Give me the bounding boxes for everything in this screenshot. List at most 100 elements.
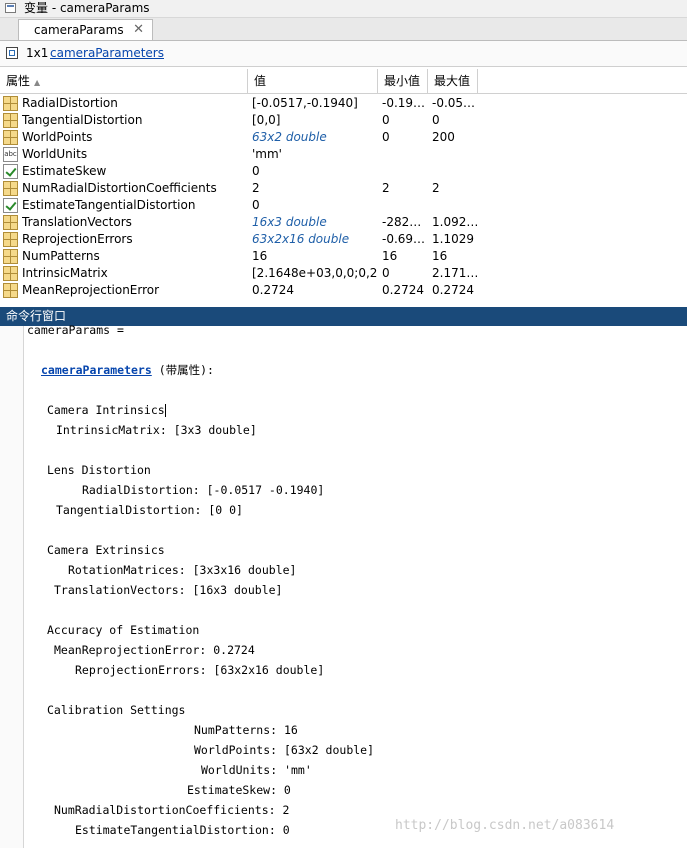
grid-icon <box>3 283 18 298</box>
column-header-value[interactable]: 值 <box>248 69 378 93</box>
grid-icon <box>3 266 18 281</box>
table-row[interactable]: EstimateTangentialDistortion 0 <box>0 197 687 214</box>
property-value[interactable]: 0.2724 <box>252 282 378 299</box>
window-title-bar: 变量 - cameraParams <box>0 0 687 18</box>
column-header-property[interactable]: 属性 ▲ <box>0 69 248 93</box>
property-max: 16 <box>432 249 448 263</box>
grid-icon <box>3 130 18 145</box>
property-name: MeanReprojectionError <box>22 283 160 297</box>
property-name: TranslationVectors <box>22 215 132 229</box>
property-value[interactable]: [2.1648e+03,0,0;0,2… <box>252 265 378 282</box>
property-min: 0 <box>382 113 390 127</box>
section-heading-extrinsics: Camera Extrinsics <box>47 543 165 557</box>
property-min: -282… <box>382 215 422 229</box>
section-heading-lens: Lens Distortion <box>47 463 151 477</box>
property-max: 0 <box>432 113 440 127</box>
cmd-line-worldunits: WorldUnits: 'mm' <box>201 763 312 777</box>
cmd-class-suffix: (带属性): <box>151 363 214 377</box>
table-row[interactable]: MeanReprojectionError 0.2724 0.2724 0.2724 <box>0 282 687 299</box>
property-max: -0.05… <box>432 96 476 110</box>
property-min: 16 <box>382 249 398 263</box>
property-name: NumRadialDistortionCoefficients <box>22 181 217 195</box>
cmd-line-translationvectors: TranslationVectors: [16x3 double] <box>54 583 283 597</box>
property-min: 0.2724 <box>382 283 424 297</box>
table-row[interactable]: NumRadialDistortionCoefficients 2 2 2 <box>0 180 687 197</box>
table-row[interactable]: RadialDistortion [-0.0517,-0.1940] -0.19… -… <box>0 95 687 112</box>
command-window-gutter <box>0 326 24 848</box>
grid-icon <box>3 232 18 247</box>
property-name: TangentialDistortion <box>22 113 143 127</box>
property-value[interactable]: 2 <box>252 180 378 197</box>
property-name: WorldPoints <box>22 130 93 144</box>
section-heading-accuracy: Accuracy of Estimation <box>47 623 200 637</box>
text-icon: abc <box>3 147 18 162</box>
cmd-var-line: cameraParams = <box>27 323 124 337</box>
cmd-class-line: cameraParameters (带属性): <box>41 363 214 377</box>
property-max: 1.1029 <box>432 232 474 246</box>
cmd-line-numradialdistortioncoefficients: NumRadialDistortionCoefficients: 2 <box>54 803 290 817</box>
table-row[interactable]: abc WorldUnits 'mm' <box>0 146 687 163</box>
property-value[interactable]: 0 <box>252 163 378 180</box>
cmd-line-numpatterns: NumPatterns: 16 <box>194 723 298 737</box>
property-max: 0.2724 <box>432 283 474 297</box>
object-icon <box>6 47 18 59</box>
class-link[interactable]: cameraParameters <box>50 41 164 66</box>
grid-icon <box>3 215 18 230</box>
variable-dimensions: 1x1 <box>26 46 49 60</box>
cmd-line-reprojectionerrors: ReprojectionErrors: [63x2x16 double] <box>75 663 325 677</box>
property-max: 1.092… <box>432 215 478 229</box>
property-value[interactable]: [0,0] <box>252 112 378 129</box>
close-icon[interactable]: ✕ <box>133 20 144 40</box>
property-min: -0.69… <box>382 232 426 246</box>
column-header-max[interactable]: 最大值 <box>428 69 478 93</box>
tab-cameraParams[interactable]: cameraParams ✕ <box>18 19 153 40</box>
table-row[interactable]: TranslationVectors 16x3 double -282… 1.092… <box>0 214 687 231</box>
property-name: NumPatterns <box>22 249 100 263</box>
tab-bar: cameraParams ✕ <box>0 18 687 41</box>
grid-icon <box>3 96 18 111</box>
table-header: 属性 ▲ 值 最小值 最大值 <box>0 69 687 94</box>
table-row[interactable]: TangentialDistortion [0,0] 0 0 <box>0 112 687 129</box>
property-name: IntrinsicMatrix <box>22 266 108 280</box>
property-min: 0 <box>382 266 390 280</box>
property-value[interactable]: [-0.0517,-0.1940] <box>252 95 378 112</box>
grid-icon <box>3 181 18 196</box>
cmd-class-link[interactable]: cameraParameters <box>41 363 152 377</box>
property-value[interactable]: 63x2 double <box>252 129 378 146</box>
cmd-line-tangentialdistortion: TangentialDistortion: [0 0] <box>56 503 243 517</box>
cmd-line-estimatetangentialdistortion: EstimateTangentialDistortion: 0 <box>75 823 290 837</box>
property-max: 2 <box>432 181 440 195</box>
section-heading-intrinsics: Camera Intrinsics <box>47 403 166 417</box>
property-value[interactable]: 16 <box>252 248 378 265</box>
property-name: EstimateTangentialDistortion <box>22 198 196 212</box>
tab-label: cameraParams <box>34 23 124 37</box>
section-heading-calibration: Calibration Settings <box>47 703 186 717</box>
property-max: 2.171… <box>432 266 478 280</box>
property-value[interactable]: 63x2x16 double <box>252 231 378 248</box>
table-row[interactable]: ReprojectionErrors 63x2x16 double -0.69… 1.… <box>0 231 687 248</box>
table-row[interactable]: NumPatterns 16 16 16 <box>0 248 687 265</box>
cmd-line-worldpoints: WorldPoints: [63x2 double] <box>194 743 375 757</box>
property-value[interactable]: 16x3 double <box>252 214 378 231</box>
cmd-line-radialdistortion: RadialDistortion: [-0.0517 -0.1940] <box>82 483 325 497</box>
property-max: 200 <box>432 130 455 144</box>
grid-icon <box>3 249 18 264</box>
table-row[interactable]: WorldPoints 63x2 double 0 200 <box>0 129 687 146</box>
table-row[interactable]: IntrinsicMatrix [2.1648e+03,0,0;0,2… 0 2.17… <box>0 265 687 282</box>
checkbox-icon <box>3 198 18 213</box>
cmd-line-estimateskew: EstimateSkew: 0 <box>187 783 291 797</box>
property-min: 0 <box>382 130 390 144</box>
watermark: http://blog.csdn.net/a083614 <box>395 818 615 833</box>
property-value[interactable]: 'mm' <box>252 146 378 163</box>
cmd-line-meanreprojectionerror: MeanReprojectionError: 0.2724 <box>54 643 255 657</box>
checkbox-icon <box>3 164 18 179</box>
sort-ascending-icon: ▲ <box>34 78 41 87</box>
property-value[interactable]: 0 <box>252 197 378 214</box>
property-name: RadialDistortion <box>22 96 118 110</box>
variable-editor-icon <box>5 3 16 13</box>
column-header-min[interactable]: 最小值 <box>378 69 428 93</box>
property-name: ReprojectionErrors <box>22 232 133 246</box>
table-row[interactable]: EstimateSkew 0 <box>0 163 687 180</box>
property-name: WorldUnits <box>22 147 88 161</box>
text-cursor <box>164 404 166 417</box>
